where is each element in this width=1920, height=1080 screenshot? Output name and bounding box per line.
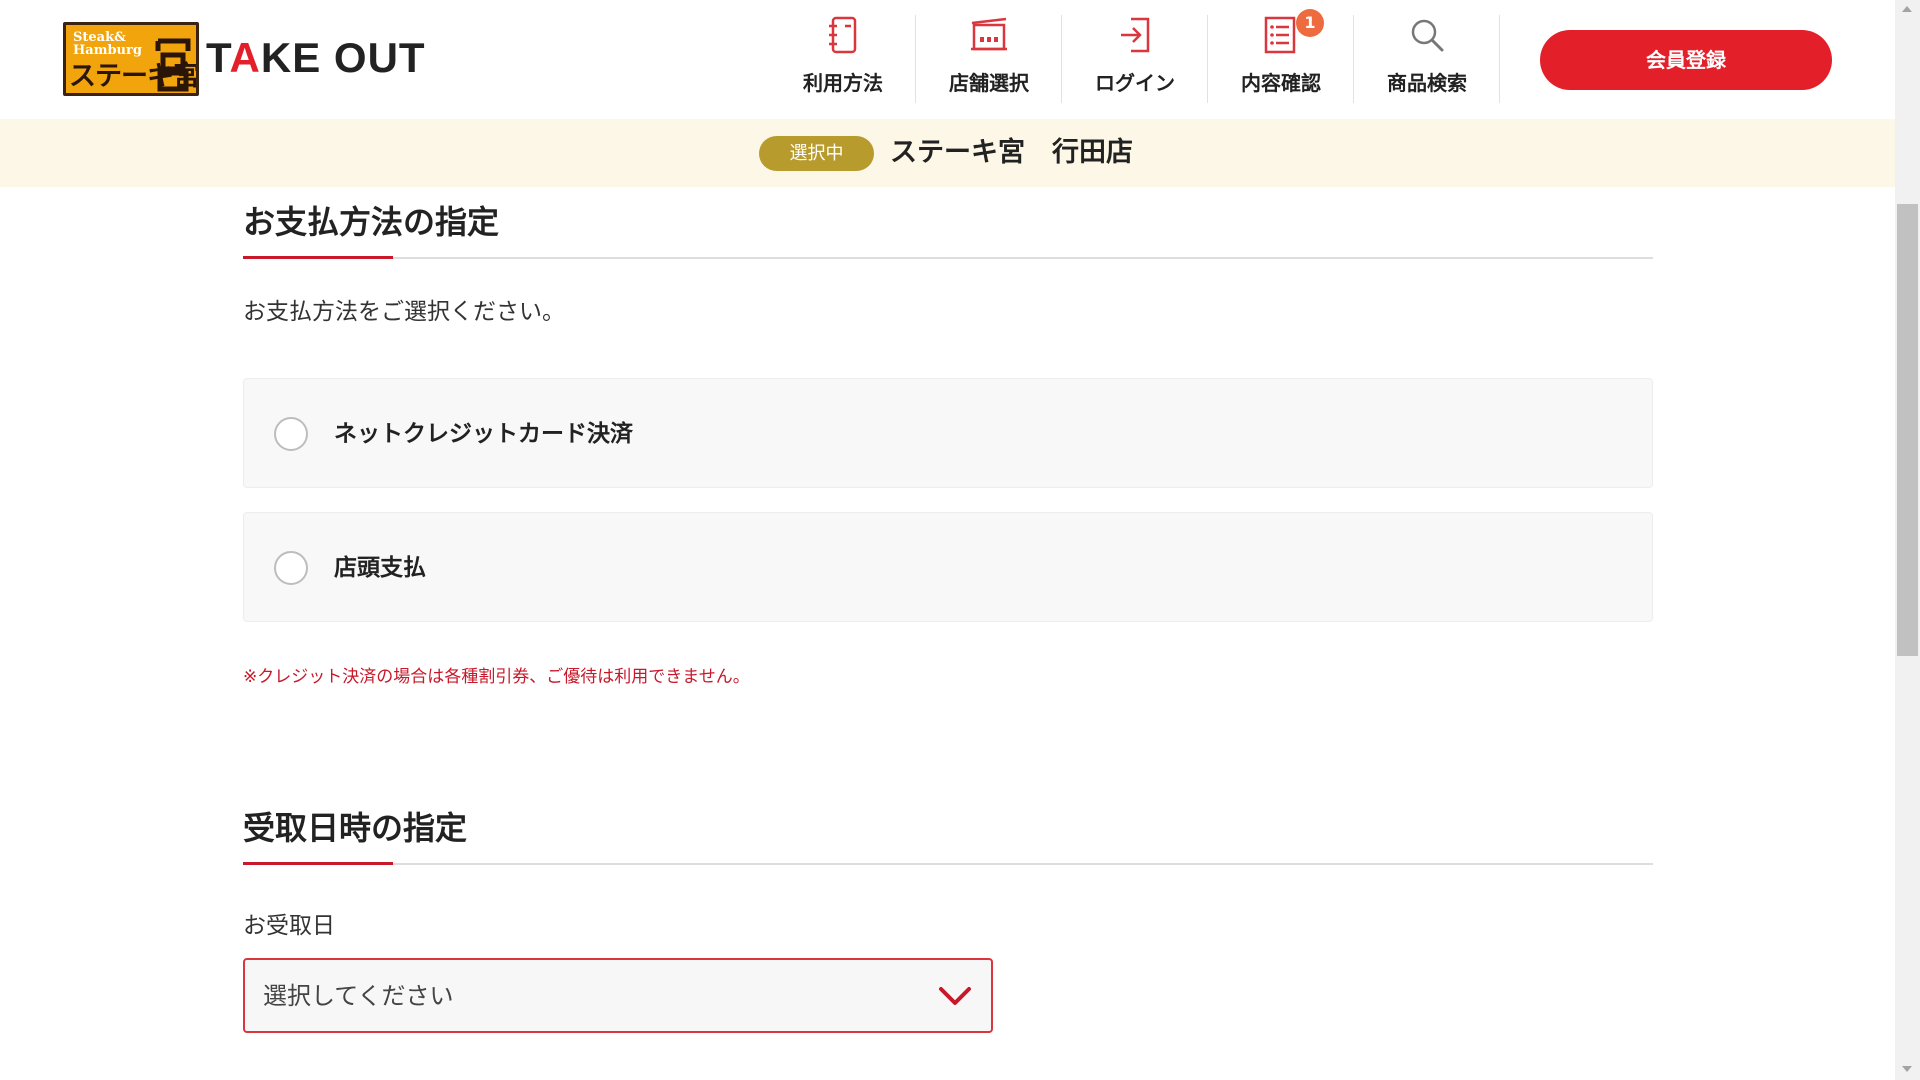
member-register-button[interactable]: 会員登録 <box>1540 30 1832 90</box>
payment-title-accent-bar <box>243 256 393 259</box>
selected-store-bar: 選択中 ステーキ宮 行田店 <box>0 119 1895 187</box>
cart-count-badge: 1 <box>1296 9 1324 37</box>
nav-label: 商品検索 <box>1387 71 1467 95</box>
selected-store-name: ステーキ宮 行田店 <box>890 137 1133 168</box>
payment-instruction: お支払方法をご選択ください。 <box>243 299 565 325</box>
credit-card-notice: ※クレジット決済の場合は各種割引券、ご優待は利用できません。 <box>243 667 750 687</box>
scroll-up-arrow-icon[interactable] <box>1902 6 1912 12</box>
radio-button[interactable] <box>274 417 308 451</box>
search-icon <box>1411 19 1444 52</box>
store-icon <box>971 17 1007 51</box>
logo-miya-mark-icon <box>155 38 191 92</box>
chevron-down-icon <box>939 987 971 1005</box>
nav-store-select[interactable]: 店舗選択 <box>916 15 1062 103</box>
order-list-icon <box>1264 16 1296 54</box>
pickup-section-title: 受取日時の指定 <box>243 809 468 847</box>
logo-text-hamburg: Hamburg <box>73 43 142 58</box>
pickup-date-select[interactable]: 選択してください <box>243 958 993 1033</box>
nav-label: 内容確認 <box>1241 71 1321 95</box>
scroll-thumb[interactable] <box>1897 204 1918 656</box>
pickup-date-select-value: 選択してください <box>263 982 454 1010</box>
takeout-title: TAKE OUT <box>206 34 426 81</box>
payment-option-label: ネットクレジットカード決済 <box>334 421 633 447</box>
selected-badge: 選択中 <box>759 136 874 171</box>
nav-label: 利用方法 <box>803 71 883 95</box>
login-icon <box>1121 17 1150 53</box>
pickup-title-accent-bar <box>243 862 393 865</box>
payment-title-divider <box>243 257 1653 259</box>
payment-option-pay-at-store[interactable]: 店頭支払 <box>243 512 1653 622</box>
payment-option-credit-card[interactable]: ネットクレジットカード決済 <box>243 378 1653 488</box>
radio-button[interactable] <box>274 551 308 585</box>
pickup-date-label: お受取日 <box>243 913 335 939</box>
page: Steak& Hamburg ステーキ宮 TAKE OUT 利用方法 店舗選択 … <box>0 0 1895 1080</box>
scroll-down-arrow-icon[interactable] <box>1902 1066 1912 1072</box>
nav-label: ログイン <box>1095 71 1175 95</box>
site-header: Steak& Hamburg ステーキ宮 TAKE OUT 利用方法 店舗選択 … <box>0 0 1895 119</box>
steak-miya-logo[interactable]: Steak& Hamburg ステーキ宮 <box>63 22 199 96</box>
nav-usage-guide[interactable]: 利用方法 <box>770 15 916 103</box>
page-scrollbar[interactable] <box>1895 0 1920 1080</box>
nav-order-review[interactable]: 1 内容確認 <box>1208 9 1354 103</box>
payment-section-title: お支払方法の指定 <box>243 203 500 241</box>
header-nav: 利用方法 店舗選択 ログイン 1 内容確認 商品検索 <box>770 9 1500 103</box>
nav-login[interactable]: ログイン <box>1062 15 1208 103</box>
payment-option-label: 店頭支払 <box>334 555 426 581</box>
nav-label: 店舗選択 <box>949 71 1029 95</box>
guide-book-icon <box>829 16 857 54</box>
nav-product-search[interactable]: 商品検索 <box>1354 15 1500 103</box>
pickup-title-divider <box>243 863 1653 865</box>
